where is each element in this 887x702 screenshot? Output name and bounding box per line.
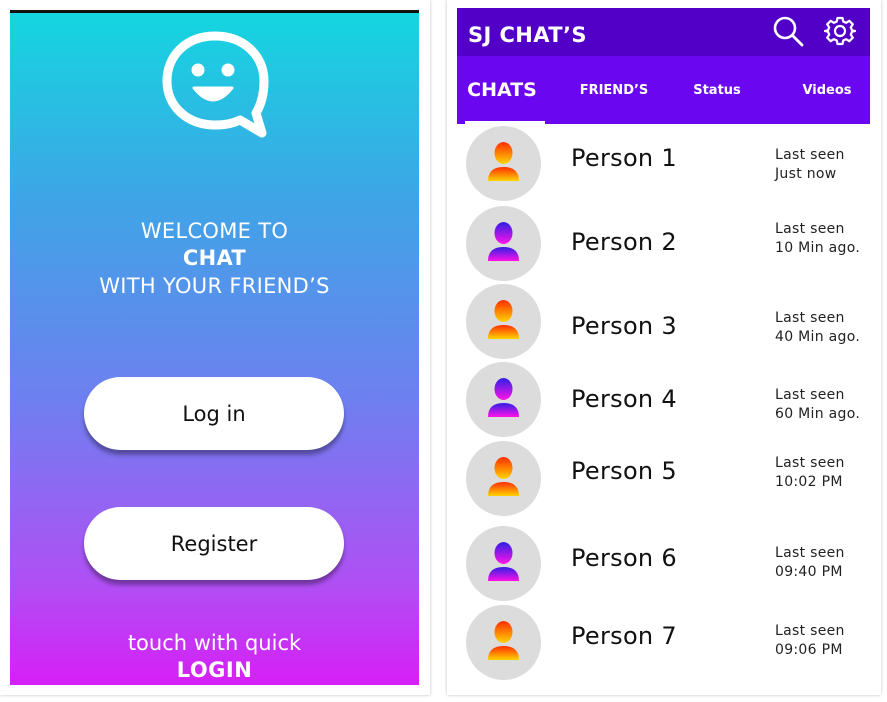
last-seen-value: Just now <box>775 166 837 182</box>
last-seen: Last seen Just now <box>775 146 845 184</box>
chat-list-item[interactable]: Person 7 Last seen 09:06 PM <box>457 605 870 681</box>
active-tab-indicator <box>465 121 545 124</box>
tab-bar: CHATS FRIEND’S Status Videos <box>457 56 870 124</box>
contact-name: Person 1 <box>571 144 677 172</box>
avatar <box>466 362 541 437</box>
chat-list-item[interactable]: Person 5 Last seen 10:02 PM <box>457 441 870 517</box>
tab-status[interactable]: Status <box>677 56 757 124</box>
welcome-line-3: WITH YOUR FRIEND’S <box>99 274 330 298</box>
contact-name: Person 4 <box>571 385 677 413</box>
avatar <box>466 441 541 516</box>
tab-videos[interactable]: Videos <box>783 56 870 124</box>
last-seen: Last seen 09:40 PM <box>775 544 845 582</box>
search-icon[interactable] <box>771 14 805 48</box>
last-seen-value: 10 Min ago. <box>775 240 861 256</box>
avatar <box>466 284 541 359</box>
person-icon <box>488 457 519 496</box>
contact-name: Person 2 <box>571 228 677 256</box>
contact-name: Person 6 <box>571 544 677 572</box>
last-seen: Last seen 40 Min ago. <box>775 309 860 347</box>
tab-chats[interactable]: CHATS <box>457 56 547 124</box>
welcome-line-1: WELCOME TO <box>140 219 289 243</box>
person-icon <box>488 300 519 339</box>
avatar <box>466 605 541 680</box>
avatar <box>466 206 541 281</box>
app-title: SJ CHAT’S <box>468 23 587 47</box>
chat-list-item[interactable]: Person 2 Last seen 10 Min ago. <box>457 206 870 282</box>
last-seen: Last seen 60 Min ago. <box>775 386 860 424</box>
person-icon <box>488 621 519 660</box>
last-seen-label: Last seen <box>775 387 845 403</box>
chat-list-item[interactable]: Person 4 Last seen 60 Min ago. <box>457 362 870 438</box>
last-seen-label: Last seen <box>775 623 845 639</box>
last-seen-label: Last seen <box>775 147 845 163</box>
contact-name: Person 5 <box>571 457 677 485</box>
app-bar: SJ CHAT’S <box>457 8 870 56</box>
chat-list-item[interactable]: Person 3 Last seen 40 Min ago. <box>457 284 870 360</box>
register-button[interactable]: Register <box>84 507 344 580</box>
avatar <box>466 526 541 601</box>
welcome-app-name: CHAT <box>182 246 247 270</box>
chat-list-item[interactable]: Person 6 Last seen 09:40 PM <box>457 526 870 602</box>
contact-name: Person 3 <box>571 312 677 340</box>
quick-login-hint: touch with quick <box>127 631 302 655</box>
chat-screen: SJ CHAT’S CHATS FRIEND’S Status Videos P… <box>457 8 870 690</box>
chat-screen-frame: SJ CHAT’S CHATS FRIEND’S Status Videos P… <box>447 0 881 695</box>
smiley-chat-bubble-icon <box>160 28 270 140</box>
last-seen-label: Last seen <box>775 455 845 471</box>
welcome-screen: WELCOME TO CHAT WITH YOUR FRIEND’S Log i… <box>10 10 419 685</box>
quick-login-link[interactable]: LOGIN <box>10 658 419 682</box>
gear-icon[interactable] <box>823 14 857 48</box>
last-seen-label: Last seen <box>775 545 845 561</box>
last-seen: Last seen 10 Min ago. <box>775 220 860 258</box>
last-seen-value: 09:06 PM <box>775 642 843 658</box>
last-seen-value: 09:40 PM <box>775 564 843 580</box>
last-seen-value: 40 Min ago. <box>775 329 861 345</box>
welcome-screen-frame: WELCOME TO CHAT WITH YOUR FRIEND’S Log i… <box>0 0 430 695</box>
avatar <box>466 126 541 201</box>
last-seen-label: Last seen <box>775 310 845 326</box>
login-button[interactable]: Log in <box>84 377 344 450</box>
person-icon <box>488 142 519 181</box>
last-seen-value: 10:02 PM <box>775 474 843 490</box>
last-seen: Last seen 10:02 PM <box>775 454 845 492</box>
person-icon <box>488 222 519 261</box>
contact-name: Person 7 <box>571 622 677 650</box>
last-seen: Last seen 09:06 PM <box>775 622 845 660</box>
last-seen-label: Last seen <box>775 221 845 237</box>
last-seen-value: 60 Min ago. <box>775 406 861 422</box>
tab-friends[interactable]: FRIEND’S <box>569 56 659 124</box>
chat-list-item[interactable]: Person 1 Last seen Just now <box>457 126 870 202</box>
person-icon <box>488 378 519 417</box>
person-icon <box>488 542 519 581</box>
